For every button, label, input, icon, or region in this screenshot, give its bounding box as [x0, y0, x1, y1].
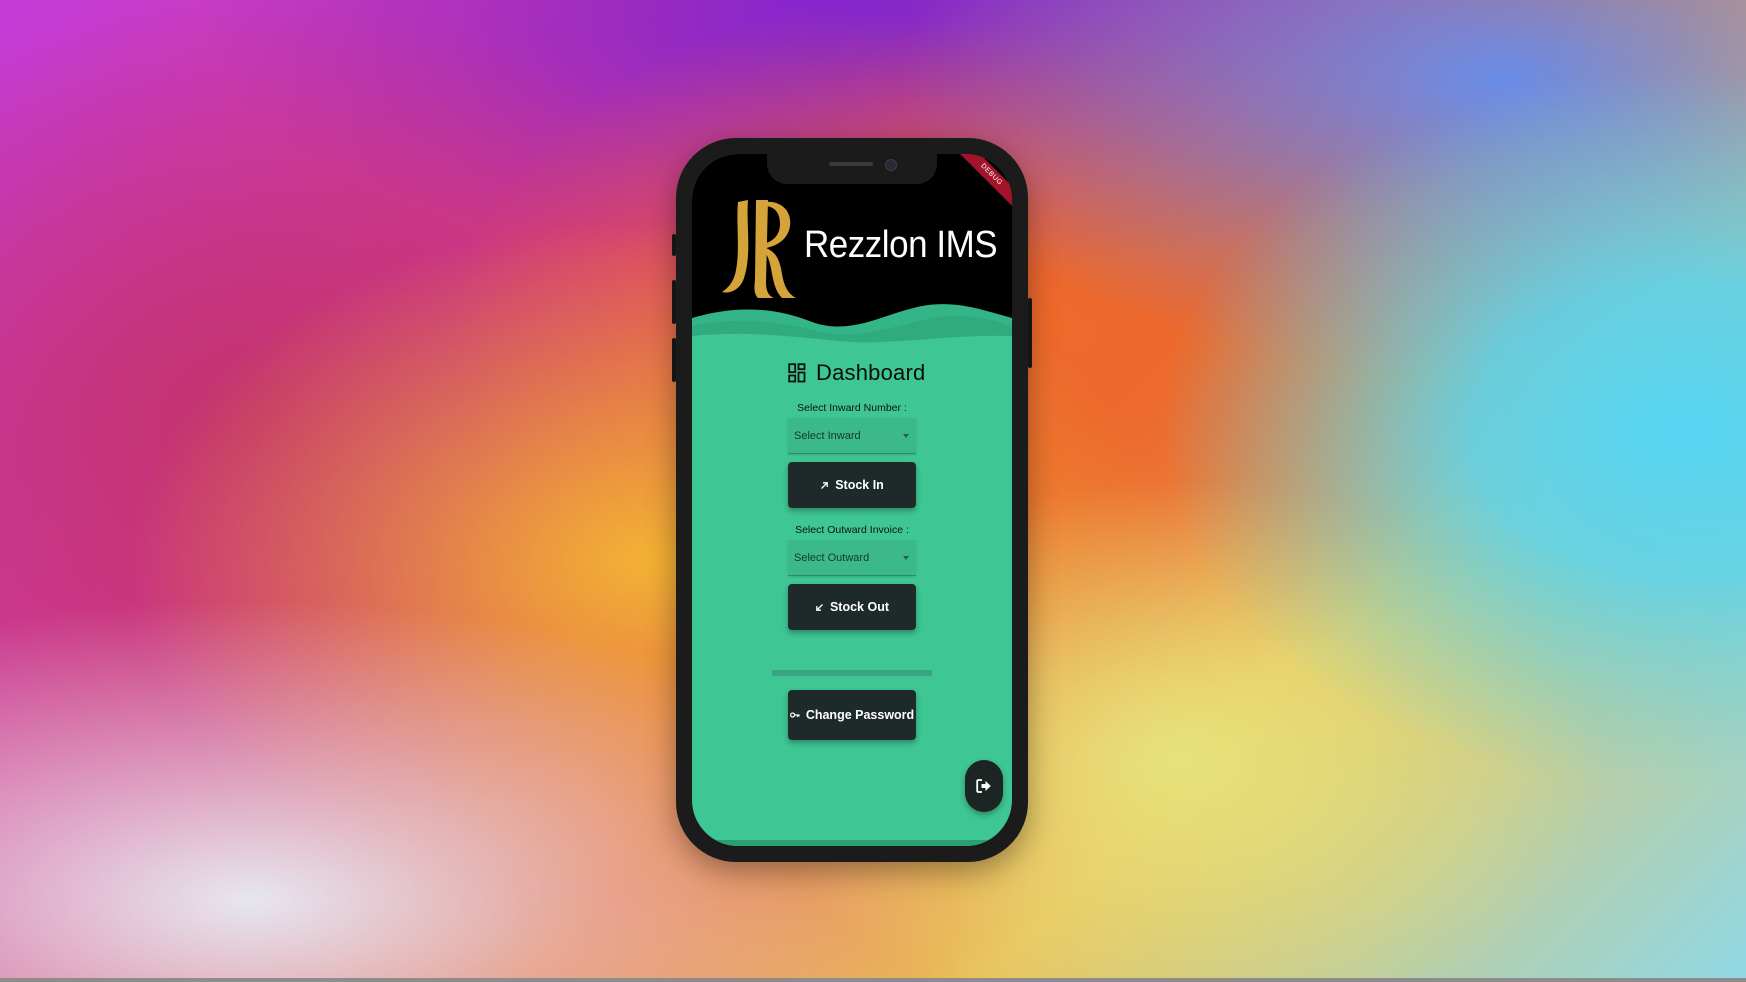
stock-out-button[interactable]: Stock Out	[788, 584, 916, 630]
stock-in-button[interactable]: Stock In	[788, 462, 916, 508]
bottom-edge	[692, 840, 1012, 846]
chevron-down-icon	[903, 555, 909, 560]
change-password-label: Change Password	[805, 708, 915, 722]
volume-down-button	[672, 338, 676, 382]
outward-select[interactable]: Select Outward	[788, 540, 916, 576]
header-wave	[692, 304, 1012, 364]
outward-label: Select Outward Invoice :	[795, 524, 909, 536]
power-button	[1028, 298, 1032, 368]
phone-frame: DEBUG Rezzlon IMS Dashboard Select Inwar…	[672, 138, 1032, 862]
change-password-button[interactable]: Change Password	[788, 690, 916, 740]
app-title: Rezzlon IMS	[804, 224, 998, 266]
arrow-down-left-icon	[816, 603, 823, 611]
front-camera	[885, 159, 897, 171]
dashboard-heading: Dashboard	[788, 360, 925, 386]
dashboard-title: Dashboard	[816, 360, 926, 385]
logout-button[interactable]	[965, 760, 1003, 812]
logout-icon	[976, 779, 991, 793]
stock-in-label: Stock In	[835, 478, 884, 492]
outward-select-value: Select Outward	[794, 551, 870, 564]
inward-label: Select Inward Number :	[797, 402, 907, 414]
key-icon	[789, 712, 800, 718]
chevron-down-icon	[903, 433, 909, 438]
volume-up-button	[672, 280, 676, 324]
arrow-up-right-icon	[821, 481, 829, 489]
dashboard-grid-icon	[788, 363, 806, 383]
stock-out-label: Stock Out	[829, 600, 890, 614]
inward-select[interactable]: Select Inward	[788, 418, 916, 454]
bottom-bar	[0, 978, 1746, 982]
speaker-grille	[829, 162, 873, 166]
rezzlon-logo	[722, 200, 796, 298]
mute-switch	[672, 234, 676, 256]
section-divider	[772, 670, 932, 676]
notch	[767, 154, 937, 184]
inward-select-value: Select Inward	[794, 429, 861, 442]
app-screen: DEBUG Rezzlon IMS Dashboard Select Inwar…	[692, 154, 1012, 846]
